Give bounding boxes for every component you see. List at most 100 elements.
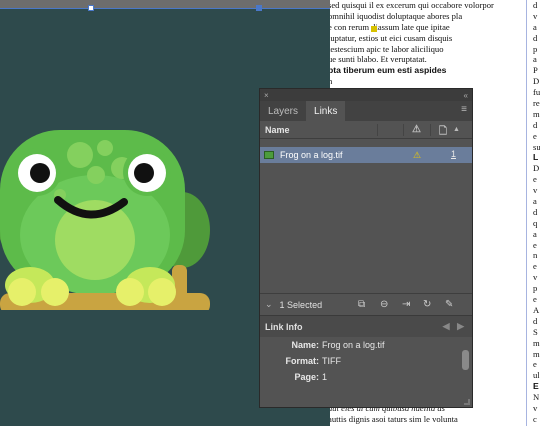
frog-toe <box>116 278 144 306</box>
sort-arrow-icon[interactable]: ▲ <box>453 126 460 133</box>
links-panel[interactable]: × « Layers Links ≡ Name ⚠ 🗋 ▲ Frog on a … <box>259 88 473 408</box>
edit-original-icon[interactable]: ✎ <box>445 299 453 310</box>
text-line: v <box>533 272 538 283</box>
column-divider <box>377 124 378 136</box>
info-page-label: Page: <box>294 372 319 382</box>
text-line: e <box>533 359 537 370</box>
text-line: sed quisqui il ex excerum qui occabore v… <box>330 0 494 10</box>
links-status-bar: ⌄ 1 Selected ⧉ ⊖ ⇥ ↻ ✎ <box>260 293 472 315</box>
text-line: d <box>533 206 538 217</box>
frog-spot <box>67 142 93 168</box>
link-row[interactable]: Frog on a log.tif ⚠ 1 <box>260 147 472 163</box>
info-format-label: Format: <box>285 356 320 366</box>
text-line: N <box>533 392 540 403</box>
frog-spot <box>87 166 105 184</box>
frame-handle[interactable] <box>88 5 94 11</box>
text-line: E <box>533 381 539 392</box>
text-line: m <box>533 337 540 348</box>
links-column-header: Name ⚠ 🗋 ▲ <box>260 121 472 139</box>
text-frame-overset-marker[interactable] <box>371 26 377 32</box>
text-line: omnihil iquodist doluptaque abores pla <box>330 10 463 21</box>
link-info-scrollbar[interactable] <box>462 350 469 370</box>
link-thumbnail-icon <box>264 151 274 159</box>
relink-icon[interactable]: ⊖ <box>380 299 388 310</box>
text-line: v <box>533 402 538 413</box>
link-info-nav-icons[interactable]: ◀ ▶ <box>443 321 464 332</box>
panel-tabs: Layers Links ≡ <box>260 101 472 121</box>
link-info-header[interactable]: Link Info ◀ ▶ <box>260 315 472 337</box>
text-line: e <box>533 261 537 272</box>
info-name-label: Name: <box>291 340 319 350</box>
column-name-header[interactable]: Name <box>265 125 290 135</box>
selected-count: 1 Selected <box>279 299 323 310</box>
info-page-value: 1 <box>322 372 328 382</box>
image-frame-edge[interactable] <box>0 0 330 8</box>
collapse-icon[interactable]: « <box>464 91 468 100</box>
show-hidden-links-icon[interactable]: ⧉ <box>358 299 365 310</box>
text-line: m <box>533 108 540 119</box>
text-line: e <box>533 239 537 250</box>
info-row-name: Name: Frog on a log.tif <box>260 337 472 353</box>
text-line: n <box>330 76 333 87</box>
tab-layers[interactable]: Layers <box>260 101 306 121</box>
text-line: P <box>533 65 538 76</box>
info-name-value: Frog on a log.tif <box>322 340 385 350</box>
go-to-link-icon[interactable]: ⇥ <box>402 299 410 310</box>
text-line: re <box>533 98 540 109</box>
text-line: a <box>533 196 537 207</box>
text-line: pta tiberum eum esti aspides <box>330 65 447 76</box>
text-line: e <box>533 174 537 185</box>
column-divider <box>403 124 404 136</box>
chevron-down-icon[interactable]: ⌄ <box>265 299 273 310</box>
page-column-icon[interactable]: 🗋 <box>439 124 447 141</box>
text-line: su <box>533 141 540 152</box>
frog-spot <box>97 140 113 156</box>
link-info-title: Link Info <box>265 321 303 332</box>
text-line: q <box>533 217 538 228</box>
frog-toe <box>8 278 36 306</box>
status-column-icon[interactable]: ⚠ <box>412 124 421 135</box>
frog-toe <box>41 278 69 306</box>
info-format-value: TIFF <box>322 356 341 366</box>
text-line: testescium apic te labor aliciliquo <box>330 43 444 54</box>
info-row-page: Page: 1 <box>260 369 472 385</box>
text-line: a <box>533 228 537 239</box>
text-line: d <box>533 0 538 10</box>
info-row-format: Format: TIFF <box>260 353 472 369</box>
text-frame-column-2[interactable]: d v a d p a P Dfu re m d e su L De v a d q a e n e v p e Ad Sm m e ul E… <box>533 0 540 425</box>
resize-grip[interactable] <box>464 399 470 405</box>
text-line: e con rerum diassum late que ipitae <box>330 21 450 32</box>
modified-warning-icon[interactable]: ⚠ <box>413 150 421 161</box>
text-line: a <box>533 54 537 65</box>
text-line: S <box>533 326 538 337</box>
link-page-number[interactable]: 1 <box>451 149 456 159</box>
frog-pupil-right <box>134 163 154 183</box>
update-link-icon[interactable]: ↻ <box>423 299 431 310</box>
text-line: a <box>533 21 537 32</box>
text-line: fu <box>533 87 540 98</box>
tab-links[interactable]: Links <box>306 101 346 121</box>
frog-toe <box>148 278 176 306</box>
text-line: ul <box>533 370 540 381</box>
text-line: m <box>533 348 540 359</box>
text-line: p <box>533 43 538 54</box>
frame-selection-line <box>0 8 330 9</box>
links-list: Frog on a log.tif ⚠ 1 <box>260 147 472 293</box>
text-line: p <box>533 283 538 294</box>
frame-handle[interactable] <box>256 5 262 11</box>
text-line: D <box>533 76 540 87</box>
text-line: A <box>533 304 540 315</box>
panel-titlebar[interactable]: × « <box>260 89 472 101</box>
text-line: D <box>533 163 540 174</box>
text-line: v <box>533 10 538 21</box>
text-line: luptatur, estios ut eici cusam disquis <box>330 32 453 43</box>
link-name: Frog on a log.tif <box>280 150 343 160</box>
frog-pupil-left <box>30 163 50 183</box>
text-line: e <box>533 130 537 141</box>
text-line: d <box>533 315 538 326</box>
frog-image[interactable] <box>0 110 215 310</box>
close-icon[interactable]: × <box>264 91 269 100</box>
text-line: d <box>533 119 538 130</box>
text-line: L <box>533 152 539 163</box>
panel-menu-icon[interactable]: ≡ <box>461 105 467 115</box>
